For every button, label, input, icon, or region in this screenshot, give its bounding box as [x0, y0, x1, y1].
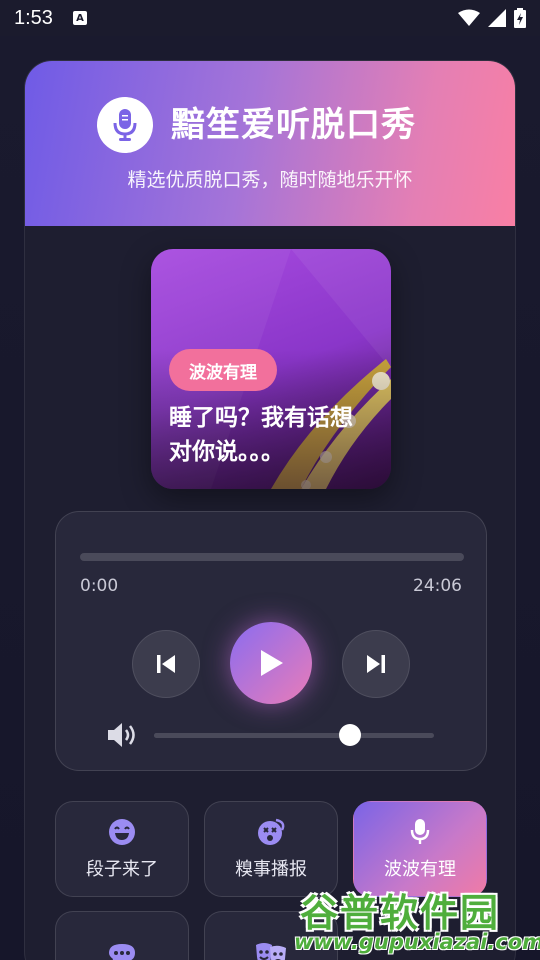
volume-fill: [154, 733, 350, 738]
app-title: 黯笙爱听脱口秀: [171, 105, 416, 145]
theater-masks-icon: [254, 940, 288, 960]
wifi-icon: [458, 9, 480, 26]
volume-slider[interactable]: [154, 733, 434, 738]
category-item[interactable]: 段子来了: [55, 801, 189, 897]
battery-icon: [514, 8, 526, 28]
chat-bubble-icon: [108, 940, 136, 960]
category-item[interactable]: [55, 911, 189, 960]
app-header: 黯笙爱听脱口秀 精选优质脱口秀，随时随地乐开怀: [25, 61, 515, 226]
category-label: 段子来了: [86, 859, 158, 880]
signal-icon: [488, 9, 506, 27]
previous-button[interactable]: [132, 630, 200, 698]
next-button[interactable]: [342, 630, 410, 698]
play-button[interactable]: [230, 622, 312, 704]
watermark-brand: 谷普软件园: [300, 891, 501, 935]
main-card: 黯笙爱听脱口秀 精选优质脱口秀，随时随地乐开怀 波波有理 睡了吗？我有话想对你说…: [24, 60, 516, 960]
category-label: 糗事播报: [235, 859, 307, 880]
player-panel: 0:00 24:06: [55, 511, 487, 771]
play-icon: [261, 650, 283, 676]
progress-bar[interactable]: [80, 553, 464, 561]
album-title: 睡了吗？我有话想对你说。。。: [169, 405, 353, 465]
dizzy-face-icon: [256, 817, 286, 847]
status-time: 1:53: [14, 6, 53, 29]
album-cover[interactable]: 波波有理 睡了吗？我有话想对你说。。。: [151, 249, 391, 489]
notification-icon: A: [72, 11, 87, 25]
volume-thumb[interactable]: [339, 724, 361, 746]
current-time: 0:00: [80, 576, 119, 596]
skip-previous-icon: [157, 655, 175, 673]
duration: 24:06: [413, 576, 462, 596]
microphone-icon: [113, 109, 137, 141]
status-icons: [458, 8, 526, 28]
app-logo: [97, 97, 153, 153]
watermark: 谷普软件园 www.gupuxiazai.com: [292, 882, 540, 960]
volume-icon[interactable]: [106, 722, 140, 748]
album-tag: 波波有理: [169, 349, 277, 391]
microphone-icon: [410, 817, 430, 847]
app-subtitle: 精选优质脱口秀，随时随地乐开怀: [127, 169, 413, 191]
skip-next-icon: [367, 655, 385, 673]
laugh-icon: [108, 817, 136, 847]
status-bar: 1:53 A: [0, 0, 540, 36]
watermark-url: www.gupuxiazai.com: [294, 930, 540, 954]
category-label: 波波有理: [384, 859, 456, 880]
